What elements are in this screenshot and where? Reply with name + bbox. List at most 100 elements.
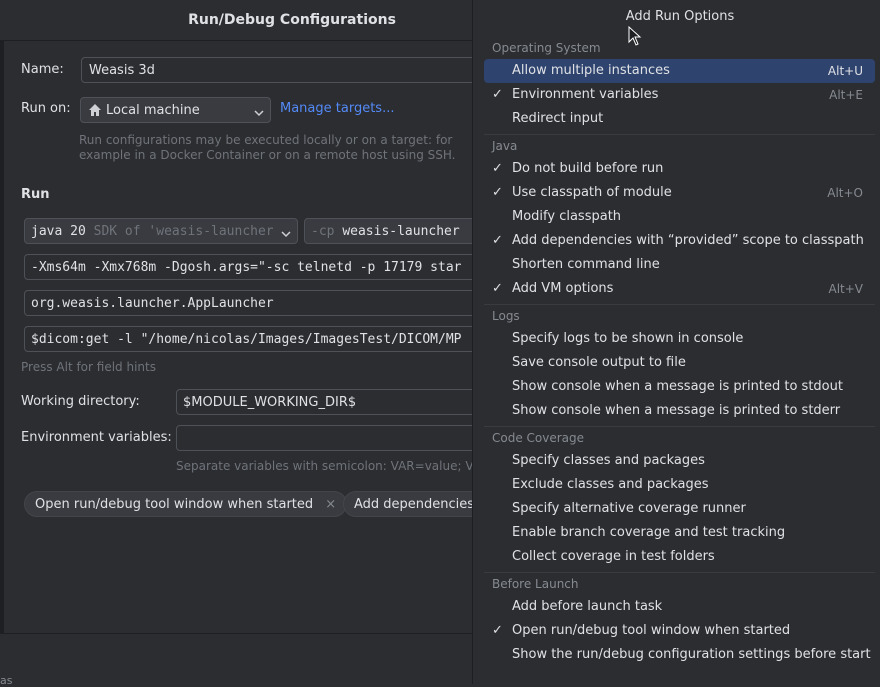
manage-targets-link[interactable]: Manage targets... <box>280 101 394 116</box>
environment-variables-field[interactable] <box>176 425 486 451</box>
run-on-label: Run on: <box>21 101 71 116</box>
chevron-down-icon <box>254 106 264 121</box>
run-option-label: Collect coverage in test folders <box>512 549 715 564</box>
section-header: Java <box>492 139 518 153</box>
run-option-label: Specify logs to be shown in console <box>512 331 744 346</box>
run-option-label: Add VM options <box>512 281 614 296</box>
checkmark-icon: ✓ <box>492 161 503 176</box>
section-separator <box>484 426 875 427</box>
vm-options-value: -Xms64m -Xmx768m -Dgosh.args="-sc telnet… <box>31 260 462 275</box>
chip-add-dependencies-label: Add dependencies <box>354 497 475 512</box>
shortcut-hint: Alt+V <box>828 282 863 296</box>
run-option-item[interactable]: Specify classes and packages <box>484 449 875 473</box>
main-class-value: org.weasis.launcher.AppLauncher <box>31 296 274 311</box>
run-debug-configurations-dialog: Name: Weasis 3d Run on: Local machine Ma… <box>0 0 497 687</box>
checkmark-icon: ✓ <box>492 87 503 102</box>
section-header: Operating System <box>492 41 601 55</box>
jdk-dropdown[interactable]: java 20 SDK of 'weasis-launcher <box>24 218 298 244</box>
section-header: Logs <box>492 309 520 323</box>
environment-variables-hint: Separate variables with semicolon: VAR=v… <box>176 459 497 473</box>
mouse-cursor-icon <box>628 25 642 50</box>
run-option-item[interactable]: ✓ Open run/debug tool window when started <box>484 619 875 643</box>
status-text-left: as <box>0 674 13 687</box>
chip-open-tool-window-label: Open run/debug tool window when started <box>35 497 314 512</box>
field-hints-text: Press Alt for field hints <box>21 360 156 374</box>
run-on-hint-line-1: Run configurations may be executed local… <box>79 133 453 147</box>
run-option-item[interactable]: ✓ Add VM options Alt+V <box>484 277 875 301</box>
vm-options-field[interactable]: -Xms64m -Xmx768m -Dgosh.args="-sc telnet… <box>24 254 484 280</box>
run-option-label: Modify classpath <box>512 209 622 224</box>
section-separator <box>484 134 875 135</box>
run-option-label: Use classpath of module <box>512 185 672 200</box>
run-on-dropdown[interactable]: Local machine <box>80 97 271 123</box>
add-run-options-popup: Add Run Options Operating System Allow mu… <box>472 0 880 684</box>
section-separator <box>484 572 875 573</box>
run-option-item[interactable]: Save console output to file <box>484 351 875 375</box>
run-option-label: Shorten command line <box>512 257 660 272</box>
classpath-value: -cp weasis-launcher <box>311 219 460 245</box>
run-option-item[interactable]: ✓ Environment variables Alt+E <box>484 83 875 107</box>
run-option-label: Specify alternative coverage runner <box>512 501 746 516</box>
jdk-value: java 20 SDK of 'weasis-launcher <box>31 219 273 245</box>
run-option-label: Enable branch coverage and test tracking <box>512 525 786 540</box>
section-separator <box>484 304 875 305</box>
run-option-item[interactable]: Allow multiple instances Alt+U <box>484 59 875 83</box>
program-arguments-value: $dicom:get -l "/home/nicolas/Images/Imag… <box>31 332 462 347</box>
run-option-item[interactable]: ✓ Do not build before run <box>484 157 875 181</box>
run-on-value: Local machine <box>106 103 200 118</box>
cp-flag: -cp <box>311 224 335 239</box>
run-option-item[interactable]: ✓ Use classpath of module Alt+O <box>484 181 875 205</box>
name-field-value: Weasis 3d <box>89 63 155 78</box>
chip-add-dependencies[interactable]: Add dependencies <box>343 491 486 517</box>
run-option-label: Specify classes and packages <box>512 453 705 468</box>
run-option-label: Add dependencies with “provided” scope t… <box>512 233 864 248</box>
checkmark-icon: ✓ <box>492 281 503 296</box>
cp-module: weasis-launcher <box>342 224 460 239</box>
run-option-label: Open run/debug tool window when started <box>512 623 791 638</box>
run-option-item[interactable]: ✓ Add dependencies with “provided” scope … <box>484 229 875 253</box>
run-option-item[interactable]: Exclude classes and packages <box>484 473 875 497</box>
checkmark-icon: ✓ <box>492 623 503 638</box>
dialog-bottom-bar: as <box>0 633 472 687</box>
shortcut-hint: Alt+U <box>827 64 863 78</box>
environment-variables-label: Environment variables: <box>21 430 172 445</box>
home-icon <box>88 103 102 121</box>
run-option-item[interactable]: Redirect input <box>484 107 875 131</box>
run-option-label: Do not build before run <box>512 161 664 176</box>
run-option-item[interactable]: Modify classpath <box>484 205 875 229</box>
run-option-label: Save console output to file <box>512 355 686 370</box>
run-option-label: Show the run/debug configuration setting… <box>512 647 871 662</box>
close-icon[interactable]: × <box>325 497 336 512</box>
chevron-down-icon <box>281 227 291 242</box>
run-option-item[interactable]: Enable branch coverage and test tracking <box>484 521 875 545</box>
run-option-item[interactable]: Show console when a message is printed t… <box>484 375 875 399</box>
section-header: Before Launch <box>492 577 579 591</box>
classpath-module-dropdown[interactable]: -cp weasis-launcher <box>304 218 484 244</box>
working-directory-field[interactable]: $MODULE_WORKING_DIR$ <box>176 389 486 415</box>
run-option-item[interactable]: Specify logs to be shown in console <box>484 327 875 351</box>
name-field[interactable]: Weasis 3d <box>81 57 481 83</box>
run-option-item[interactable]: Specify alternative coverage runner <box>484 497 875 521</box>
jdk-source: SDK of 'weasis-launcher <box>93 224 273 239</box>
popup-title: Add Run Options <box>625 9 735 24</box>
run-option-label: Redirect input <box>512 111 604 126</box>
run-option-item[interactable]: Collect coverage in test folders <box>484 545 875 569</box>
main-class-field[interactable]: org.weasis.launcher.AppLauncher <box>24 290 484 316</box>
run-option-item[interactable]: Add before launch task <box>484 595 875 619</box>
run-option-label: Allow multiple instances <box>512 63 670 78</box>
run-option-label: Show console when a message is printed t… <box>512 379 843 394</box>
shortcut-hint: Alt+O <box>827 186 863 200</box>
chip-open-tool-window[interactable]: Open run/debug tool window when started … <box>24 491 348 517</box>
run-option-item[interactable]: Show the run/debug configuration setting… <box>484 643 875 667</box>
checkmark-icon: ✓ <box>492 185 503 200</box>
run-option-label: Exclude classes and packages <box>512 477 709 492</box>
run-option-label: Show console when a message is printed t… <box>512 403 841 418</box>
program-arguments-field[interactable]: $dicom:get -l "/home/nicolas/Images/Imag… <box>24 326 484 352</box>
working-directory-value: $MODULE_WORKING_DIR$ <box>183 395 357 410</box>
run-option-label: Environment variables <box>512 87 659 102</box>
run-option-item[interactable]: Shorten command line <box>484 253 875 277</box>
name-label: Name: <box>21 62 64 77</box>
working-directory-label: Working directory: <box>21 394 140 409</box>
run-option-item[interactable]: Show console when a message is printed t… <box>484 399 875 423</box>
run-on-hint-line-2: example in a Docker Container or on a re… <box>79 148 456 162</box>
